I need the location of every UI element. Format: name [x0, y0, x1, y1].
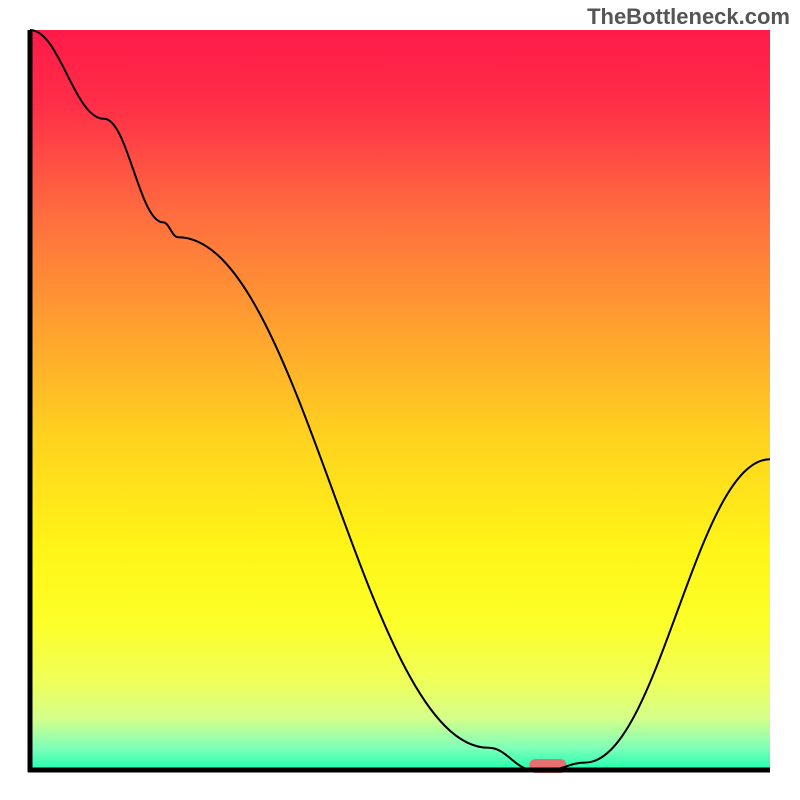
- chart-svg: [0, 0, 800, 800]
- watermark-text: TheBottleneck.com: [587, 4, 790, 30]
- chart-container: TheBottleneck.com: [0, 0, 800, 800]
